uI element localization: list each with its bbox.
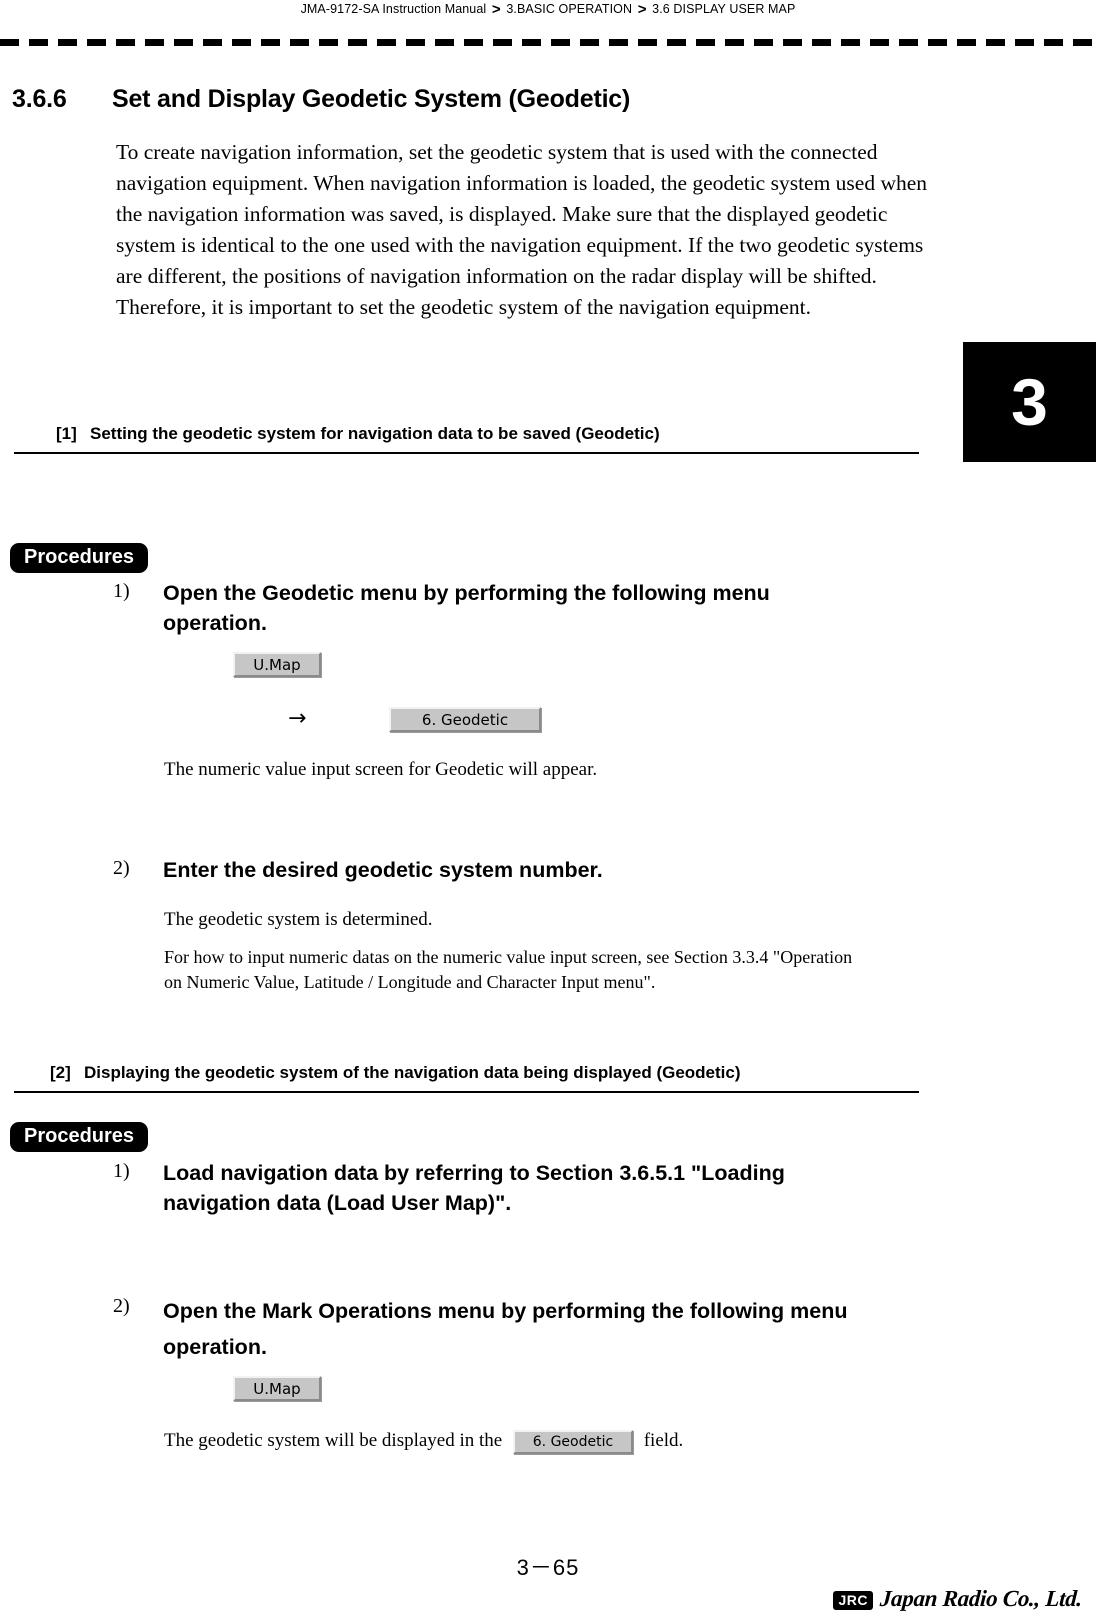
breadcrumb: JMA-9172-SA Instruction Manual > 3.BASIC… [0,1,1096,18]
block1-step-1: 1) Open the Geodetic menu by performing … [113,578,873,638]
breadcrumb-part-chapter: 3.BASIC OPERATION [506,2,633,16]
block1-note-1: The numeric value input screen for Geode… [164,759,598,780]
block1-note-3: For how to input numeric datas on the nu… [164,947,853,992]
block1-step-2-number: 2) [113,857,130,879]
block2-step-1-text: Load navigation data by referring to Sec… [163,1161,785,1215]
intro-paragraph: To create navigation information, set th… [116,140,928,319]
block1-underline [14,452,919,454]
block1-step-2-text: Enter the desired geodetic system number… [163,858,603,882]
procedures-badge-1: Procedures [10,543,149,573]
block1-step-1-number: 1) [113,580,130,602]
block2-note: The geodetic system will be displayed in… [164,1428,924,1454]
block1-step-2: 2) Enter the desired geodetic system num… [113,855,873,885]
block2-step-2-number: 2) [113,1295,130,1317]
jrc-logo: JRC Japan Radio Co., Ltd. [833,1586,1083,1611]
page-title-number: 3.6.6 [12,85,67,113]
block2-note-suffix: field. [643,1430,684,1451]
page-title: 3.6.6 Set and Display Geodetic System (Ge… [12,85,942,114]
block2-step-2-text: Open the Mark Operations menu by perform… [163,1299,848,1359]
chapter-tab: 3 [963,342,1096,462]
umap-button-2[interactable]: U.Map [233,1376,321,1401]
block2-step-1-number: 1) [113,1160,130,1182]
geodetic-button-1[interactable]: 6. Geodetic [389,707,541,732]
block2-heading: [2] Displaying the geodetic system of the… [50,1063,741,1083]
umap-button-1[interactable]: U.Map [233,652,321,677]
block2-underline [14,1091,919,1093]
jrc-logo-text: Japan Radio Co., Ltd. [879,1586,1083,1611]
breadcrumb-part-section: 3.6 DISPLAY USER MAP [652,2,796,16]
page-number: 3－65 [516,1555,580,1580]
block1-heading: [1] Setting the geodetic system for navig… [56,424,660,444]
arrow-icon: → [288,706,307,731]
block2-note-prefix: The geodetic system will be displayed in… [164,1430,503,1451]
block2-step-2: 2) Open the Mark Operations menu by perf… [113,1293,893,1365]
page-title-text: Set and Display Geodetic System (Geodeti… [112,85,631,113]
block1-tag: [1] [56,424,77,443]
block2-step-1: 1) Load navigation data by referring to … [113,1158,893,1218]
procedures-badge-2: Procedures [10,1122,149,1152]
breadcrumb-separator-icon: > [491,1,501,18]
header-dashed-rule [0,39,1096,46]
block1-heading-text: Setting the geodetic system for navigati… [90,424,660,443]
breadcrumb-separator-icon: > [637,1,647,18]
block2-tag: [2] [50,1063,71,1082]
breadcrumb-part-manual: JMA-9172-SA Instruction Manual [300,2,487,16]
jrc-logo-mark: JRC [833,1591,873,1610]
block1-note-2: The geodetic system is determined. [164,909,433,930]
block2-heading-text: Displaying the geodetic system of the na… [84,1063,741,1082]
block1-step-1-text: Open the Geodetic menu by performing the… [163,581,770,635]
geodetic-button-2[interactable]: 6. Geodetic [512,1429,633,1454]
